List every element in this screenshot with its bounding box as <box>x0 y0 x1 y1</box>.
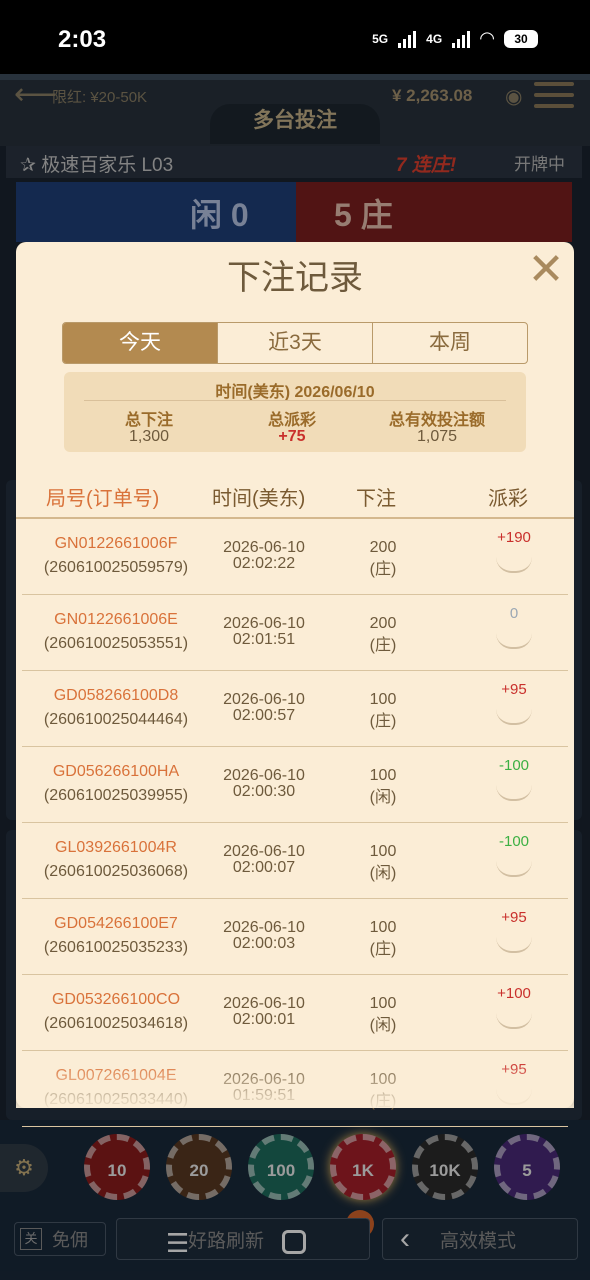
chevron-down-icon[interactable] <box>496 557 532 573</box>
total-payout-label: 总派彩 <box>267 412 316 429</box>
order-number: (260610025044464) <box>43 711 189 728</box>
modal-title: 下注记录 <box>227 259 363 297</box>
chevron-down-icon[interactable] <box>496 633 532 649</box>
bet-time: 02:00:07 <box>232 859 296 876</box>
game-id: GD058266100D8 <box>53 687 179 704</box>
bet-time: 02:00:57 <box>232 707 296 724</box>
total-bet-label: 总下注 <box>124 412 173 429</box>
wifi-icon: ◠ <box>480 28 494 48</box>
close-icon[interactable]: ✕ <box>524 248 568 294</box>
bet-side: (庄) <box>369 713 397 730</box>
order-number: (260610025035233) <box>43 939 189 956</box>
bet-side: (庄) <box>369 561 397 578</box>
valid-bet-label: 总有效投注额 <box>388 412 485 429</box>
bet-side: (闲) <box>369 789 397 806</box>
game-id: GN0122661006E <box>54 611 178 628</box>
payout: +100 <box>497 985 531 1002</box>
valid-bet-value: 1,075 <box>416 428 458 445</box>
total-bet-value: 1,300 <box>128 428 170 445</box>
system-icons: 5G 4G ◠ 30 <box>372 28 538 49</box>
battery-icon: 30 <box>504 29 538 48</box>
chevron-down-icon[interactable] <box>496 1013 532 1029</box>
chevron-down-icon[interactable] <box>496 861 532 877</box>
game-id: GL0392661004R <box>55 839 177 856</box>
signal-icon <box>398 30 417 48</box>
bet-time: 02:00:01 <box>232 1011 296 1028</box>
order-number: (260610025059579) <box>43 559 189 576</box>
column-header-payout: 派彩 <box>488 488 528 510</box>
network-label-2: 4G <box>426 31 443 46</box>
summary-divider <box>84 400 506 401</box>
order-number: (260610025036068) <box>43 863 189 880</box>
payout: +95 <box>501 681 527 698</box>
chevron-down-icon[interactable] <box>496 785 532 801</box>
payout: -100 <box>498 757 530 774</box>
chevron-down-icon[interactable] <box>496 937 532 953</box>
bet-time: 02:02:22 <box>232 555 296 572</box>
tab-week[interactable]: 本周 <box>373 323 527 363</box>
game-id: GN0122661006F <box>54 535 178 552</box>
date-tabs: 今天 近3天 本周 <box>62 322 528 364</box>
tab-today[interactable]: 今天 <box>63 323 218 363</box>
summary-date: 时间(美东) 2026/06/10 <box>215 384 375 401</box>
bet-time: 02:01:51 <box>232 631 296 648</box>
status-clock: 2:03 <box>58 26 107 53</box>
bet-side: (闲) <box>369 865 397 882</box>
game-id: GD054266100E7 <box>54 915 178 932</box>
bet-time: 02:00:30 <box>232 783 296 800</box>
payout: -100 <box>498 833 530 850</box>
chevron-down-icon[interactable] <box>496 709 532 725</box>
payout: 0 <box>509 605 519 622</box>
bet-time: 02:00:03 <box>232 935 296 952</box>
order-number: (260610025053551) <box>43 635 189 652</box>
column-header-id: 局号(订单号) <box>46 488 160 510</box>
payout: +190 <box>497 529 531 546</box>
game-id: GD056266100HA <box>52 763 180 780</box>
column-header-bet: 下注 <box>356 488 396 510</box>
signal-icon-2 <box>452 30 471 48</box>
column-header-time: 时间(美东) <box>212 488 306 510</box>
payout: +95 <box>501 909 527 926</box>
bet-side: (闲) <box>369 1017 397 1034</box>
network-label: 5G <box>372 31 389 46</box>
game-id: GD053266100CO <box>51 991 181 1008</box>
bet-side: (庄) <box>369 941 397 958</box>
list-fade <box>16 1060 574 1108</box>
order-number: (260610025039955) <box>43 787 189 804</box>
bet-side: (庄) <box>369 637 397 654</box>
tab-3days[interactable]: 近3天 <box>218 323 373 363</box>
order-number: (260610025034618) <box>43 1015 189 1032</box>
total-payout-value: +75 <box>278 428 306 445</box>
